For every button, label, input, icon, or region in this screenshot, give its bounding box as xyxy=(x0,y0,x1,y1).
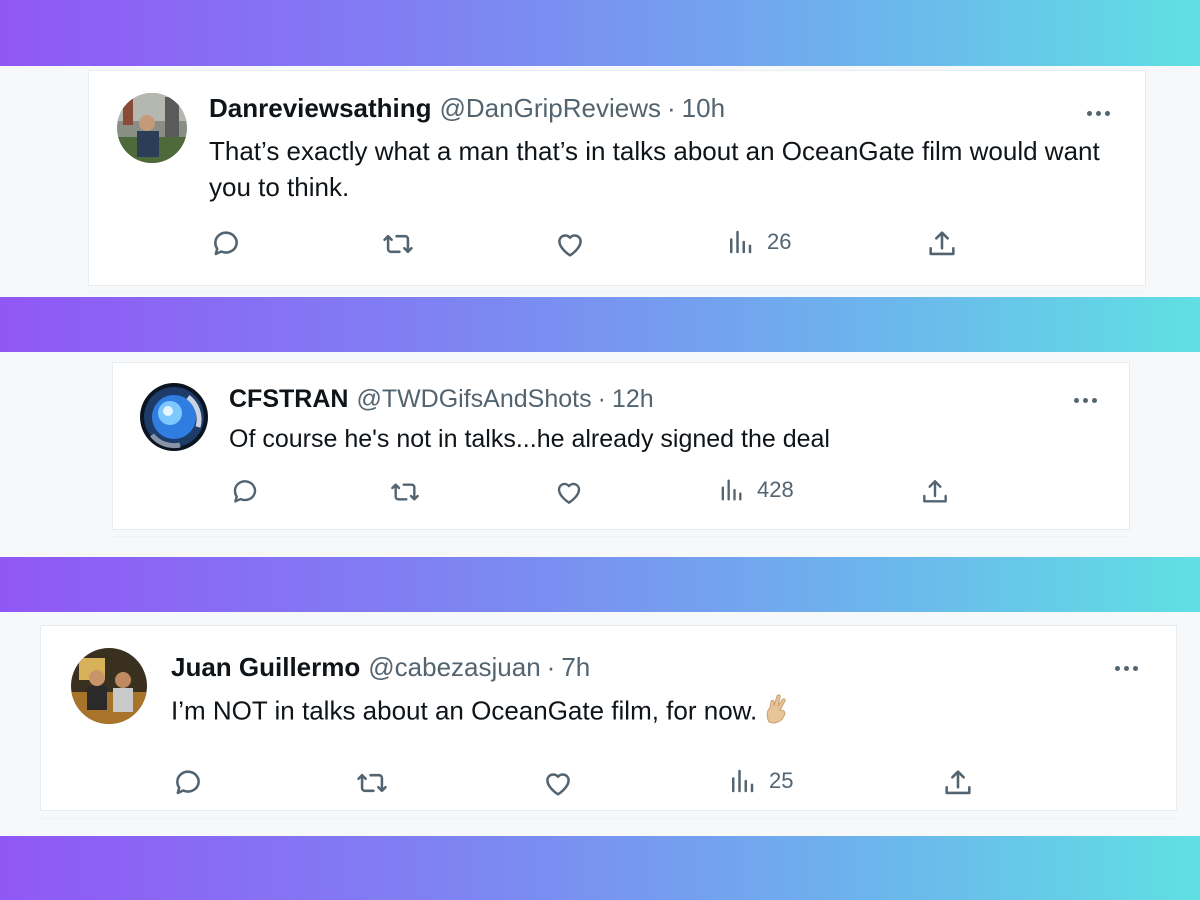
views-count: 428 xyxy=(757,477,794,502)
reply-button[interactable] xyxy=(209,227,243,261)
thread-divider xyxy=(88,292,1146,293)
views-button[interactable]: 26 xyxy=(725,227,791,257)
tweet-card[interactable]: Danreviewsathing @DanGripReviews · 10h T… xyxy=(88,70,1146,286)
tweet-body: I’m NOT in talks about an OceanGate film… xyxy=(171,692,1131,733)
action-bar: 25 xyxy=(171,766,1121,806)
gradient-band-top xyxy=(0,0,1200,66)
tweet-card[interactable]: CFSTRAN @TWDGifsAndShots · 12h Of course… xyxy=(112,362,1130,530)
like-button[interactable] xyxy=(553,227,587,261)
tweet-header: CFSTRAN @TWDGifsAndShots · 12h xyxy=(229,385,654,414)
views-button[interactable]: 25 xyxy=(727,766,793,796)
views-icon xyxy=(732,769,754,793)
share-button[interactable] xyxy=(925,227,959,261)
tweet-header: Danreviewsathing @DanGripReviews · 10h xyxy=(209,93,725,124)
tweet-text: I’m NOT in talks about an OceanGate film… xyxy=(171,695,758,726)
display-name[interactable]: CFSTRAN xyxy=(229,385,348,414)
tweet-header: Juan Guillermo @cabezasjuan · 7h xyxy=(171,652,590,683)
tweet-text: Of course he's not in talks...he already… xyxy=(229,425,830,453)
reply-icon xyxy=(233,480,257,503)
retweet-button[interactable] xyxy=(381,227,415,261)
crossed-fingers-icon xyxy=(766,694,786,724)
separator-dot: · xyxy=(546,652,556,682)
gradient-band-bottom xyxy=(0,836,1200,900)
retweet-icon xyxy=(357,773,387,793)
action-bar: 26 xyxy=(209,227,1089,267)
user-handle[interactable]: @DanGripReviews xyxy=(440,93,661,124)
timestamp[interactable]: 7h xyxy=(561,652,590,683)
avatar[interactable] xyxy=(140,383,208,451)
share-button[interactable] xyxy=(919,476,951,508)
more-icon[interactable] xyxy=(1087,111,1110,116)
tweet-screenshot-2: CFSTRAN @TWDGifsAndShots · 12h Of course… xyxy=(0,352,1200,557)
views-count: 25 xyxy=(769,768,794,793)
reply-icon xyxy=(214,231,238,256)
views-button[interactable]: 428 xyxy=(717,476,794,504)
user-handle[interactable]: @TWDGifsAndShots xyxy=(356,385,591,414)
display-name[interactable]: Juan Guillermo xyxy=(171,652,360,683)
like-icon xyxy=(557,482,581,504)
separator-dot: · xyxy=(666,93,676,123)
retweet-button[interactable] xyxy=(389,476,421,508)
share-icon xyxy=(945,770,971,795)
share-icon xyxy=(923,480,947,503)
crossed-fingers-emoji xyxy=(763,692,791,733)
like-button[interactable] xyxy=(541,766,575,800)
avatar-photo xyxy=(117,93,187,163)
tweet-text: That’s exactly what a man that’s in talk… xyxy=(209,136,1100,202)
tweet-card[interactable]: Juan Guillermo @cabezasjuan · 7h I’m NOT… xyxy=(40,625,1177,811)
more-icon[interactable] xyxy=(1074,398,1097,403)
tweet-screenshot-3: Juan Guillermo @cabezasjuan · 7h I’m NOT… xyxy=(0,612,1200,836)
like-button[interactable] xyxy=(553,476,585,508)
gradient-band-divider-1 xyxy=(0,297,1200,352)
like-icon xyxy=(546,773,570,796)
more-icon[interactable] xyxy=(1115,666,1138,671)
views-icon xyxy=(730,230,752,254)
reply-icon xyxy=(176,770,200,795)
user-handle[interactable]: @cabezasjuan xyxy=(368,652,540,683)
share-icon xyxy=(929,231,955,256)
timestamp[interactable]: 10h xyxy=(682,93,725,124)
avatar-photo xyxy=(140,383,208,451)
gradient-band-divider-2 xyxy=(0,557,1200,612)
views-count: 26 xyxy=(767,229,792,254)
timestamp[interactable]: 12h xyxy=(612,385,654,414)
avatar[interactable] xyxy=(71,648,147,724)
avatar-photo xyxy=(71,648,147,724)
action-bar: 428 xyxy=(229,476,1069,516)
share-button[interactable] xyxy=(941,766,975,800)
reply-button[interactable] xyxy=(229,476,261,508)
tweet-screenshot-1: Danreviewsathing @DanGripReviews · 10h T… xyxy=(0,66,1200,297)
like-icon xyxy=(558,234,582,257)
retweet-icon xyxy=(391,483,419,501)
separator-dot: · xyxy=(597,385,606,413)
thread-divider xyxy=(40,818,1177,819)
reply-button[interactable] xyxy=(171,766,205,800)
retweet-button[interactable] xyxy=(355,766,389,800)
avatar[interactable] xyxy=(117,93,187,163)
thread-divider xyxy=(112,536,1130,537)
retweet-icon xyxy=(383,234,413,254)
display-name[interactable]: Danreviewsathing xyxy=(209,93,432,124)
views-icon xyxy=(721,479,742,501)
